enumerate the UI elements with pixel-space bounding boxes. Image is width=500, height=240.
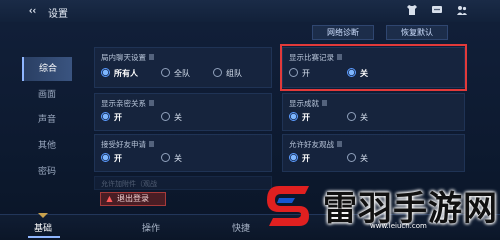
- radio-icon: [101, 153, 110, 162]
- info-icon: [322, 100, 327, 106]
- option-off[interactable]: 关: [161, 153, 182, 164]
- tab-controls[interactable]: 操作: [142, 221, 160, 234]
- chevron-left-icon: ‹‹: [28, 4, 37, 17]
- panel-title: 局内聊天设置: [101, 52, 154, 63]
- panel-title: 显示成就: [289, 98, 327, 109]
- active-tab-underline: [28, 236, 60, 238]
- option-team[interactable]: 全队: [161, 68, 190, 79]
- option-on[interactable]: 开: [289, 112, 310, 123]
- option-all[interactable]: 所有人: [101, 68, 138, 79]
- sidebar-item-graphics[interactable]: 画面: [22, 83, 72, 107]
- partial-panel: 允许加附件（观战: [94, 176, 272, 190]
- radio-icon: [101, 112, 110, 121]
- intimacy-panel: 显示亲密关系 开 关: [94, 93, 272, 131]
- radio-icon: [347, 153, 356, 162]
- info-icon: [149, 100, 154, 106]
- option-off[interactable]: 关: [161, 112, 182, 123]
- sidebar-item-sound[interactable]: 声音: [22, 108, 72, 132]
- info-icon: [337, 54, 342, 60]
- watermark: 雷羽手游网 www.leiucn.com: [265, 178, 500, 240]
- back-button[interactable]: ‹‹: [28, 4, 37, 17]
- sidebar-item-general[interactable]: 综合: [22, 57, 72, 81]
- shirt-icon[interactable]: [406, 4, 418, 16]
- info-icon: [149, 54, 154, 60]
- radio-icon: [289, 112, 298, 121]
- tab-marker-icon: [38, 213, 48, 218]
- chat-icon[interactable]: [431, 4, 443, 16]
- radio-icon: [161, 153, 170, 162]
- match-record-panel: 显示比赛记录 开 关: [282, 47, 465, 88]
- sidebar-item-other[interactable]: 其他: [22, 134, 72, 158]
- network-diagnosis-button[interactable]: 网络诊断: [312, 25, 374, 40]
- panel-title: 显示比赛记录: [289, 52, 342, 63]
- radio-icon: [289, 153, 298, 162]
- panel-title: 允许加附件（观战: [101, 180, 157, 188]
- top-bar: [0, 0, 500, 22]
- achievement-panel: 显示成就 开 关: [282, 93, 465, 131]
- info-icon: [337, 141, 342, 147]
- radio-icon: [161, 112, 170, 121]
- settings-screen: ‹‹ 设置 网络诊断 恢复默认 综合 画面 声音 其他 密码 局内聊天设置 所有…: [0, 0, 500, 240]
- option-off[interactable]: 关: [347, 68, 368, 79]
- watermark-logo-icon: [267, 186, 309, 226]
- sidebar-item-password[interactable]: 密码: [22, 160, 72, 184]
- info-icon: [149, 141, 154, 147]
- option-off[interactable]: 关: [347, 153, 368, 164]
- friend-watch-panel: 允许好友观战 开 关: [282, 134, 465, 172]
- radio-icon: [347, 68, 356, 77]
- option-on[interactable]: 开: [101, 153, 122, 164]
- friends-icon[interactable]: [456, 4, 468, 16]
- tab-shortcuts[interactable]: 快捷: [232, 221, 250, 234]
- radio-icon: [161, 68, 170, 77]
- logout-button[interactable]: ▲ 退出登录: [100, 192, 166, 206]
- panel-title: 接受好友申请: [101, 139, 154, 150]
- option-off[interactable]: 关: [347, 112, 368, 123]
- restore-default-button[interactable]: 恢复默认: [386, 25, 448, 40]
- option-on[interactable]: 开: [101, 112, 122, 123]
- panel-title: 显示亲密关系: [101, 98, 154, 109]
- watermark-url: www.leiucn.com: [370, 222, 427, 230]
- radio-icon: [101, 68, 110, 77]
- radio-icon: [213, 68, 222, 77]
- lobby-chat-panel: 局内聊天设置 所有人 全队 组队: [94, 47, 272, 88]
- radio-icon: [347, 112, 356, 121]
- page-title: 设置: [48, 9, 68, 20]
- option-on[interactable]: 开: [289, 68, 310, 79]
- friend-request-panel: 接受好友申请 开 关: [94, 134, 272, 172]
- radio-icon: [289, 68, 298, 77]
- option-party[interactable]: 组队: [213, 68, 242, 79]
- tab-basic[interactable]: 基础: [34, 221, 52, 234]
- warning-icon: ▲: [106, 194, 113, 203]
- option-on[interactable]: 开: [289, 153, 310, 164]
- panel-title: 允许好友观战: [289, 139, 342, 150]
